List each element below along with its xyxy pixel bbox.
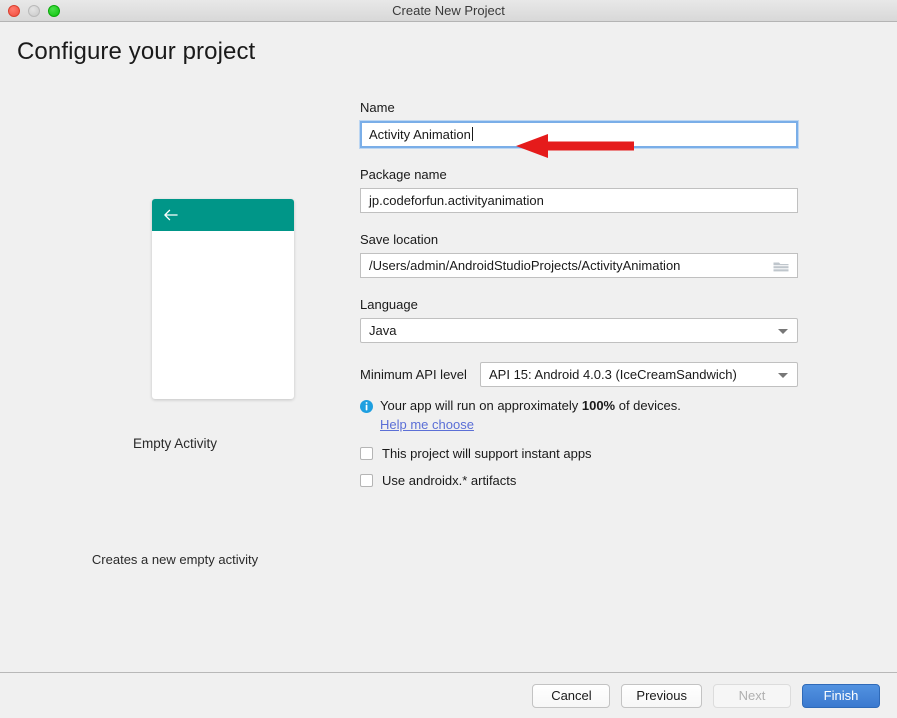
arrow-left-icon (163, 208, 178, 222)
package-name-label: Package name (360, 167, 798, 182)
folder-icon[interactable] (773, 259, 789, 272)
chevron-down-icon (778, 373, 788, 378)
page-title: Configure your project (17, 38, 255, 66)
language-value: Java (369, 323, 396, 338)
min-api-label: Minimum API level (360, 367, 480, 382)
min-api-select[interactable]: API 15: Android 4.0.3 (IceCreamSandwich) (480, 362, 798, 387)
window-titlebar: Create New Project (0, 0, 897, 22)
text-caret (472, 127, 473, 141)
instant-apps-checkbox[interactable] (360, 447, 373, 460)
template-preview-panel: Empty Activity Creates a new empty activ… (0, 90, 350, 650)
name-input[interactable]: Activity Animation (360, 121, 798, 148)
name-field-group: Name Activity Animation (360, 100, 798, 148)
next-button: Next (713, 684, 791, 708)
package-name-value: jp.codeforfun.activityanimation (369, 193, 544, 208)
save-location-field-group: Save location /Users/admin/AndroidStudio… (360, 232, 798, 278)
window-title: Create New Project (0, 0, 897, 21)
coverage-percent: 100% (582, 398, 615, 413)
instant-apps-label: This project will support instant apps (382, 446, 592, 461)
help-me-choose-link[interactable]: Help me choose (380, 417, 474, 432)
save-location-value: /Users/admin/AndroidStudioProjects/Activ… (369, 258, 680, 273)
coverage-text-before: Your app will run on approximately (380, 398, 582, 413)
device-coverage-text: Your app will run on approximately 100% … (380, 398, 681, 413)
device-coverage-info: Your app will run on approximately 100% … (360, 398, 798, 413)
name-label: Name (360, 100, 798, 115)
androidx-checkbox-row[interactable]: Use androidx.* artifacts (360, 473, 798, 488)
template-name-label: Empty Activity (0, 436, 350, 451)
save-location-label: Save location (360, 232, 798, 247)
package-name-field-group: Package name jp.codeforfun.activityanima… (360, 167, 798, 213)
footer-bar: Cancel Previous Next Finish (0, 673, 897, 718)
preview-appbar (152, 199, 294, 231)
activity-preview-card (152, 199, 294, 399)
package-name-input[interactable]: jp.codeforfun.activityanimation (360, 188, 798, 213)
save-location-input[interactable]: /Users/admin/AndroidStudioProjects/Activ… (360, 253, 798, 278)
footer-button-row: Cancel Previous Next Finish (532, 684, 880, 708)
min-api-row: Minimum API level API 15: Android 4.0.3 … (360, 362, 798, 387)
cancel-button[interactable]: Cancel (532, 684, 610, 708)
finish-button[interactable]: Finish (802, 684, 880, 708)
language-select[interactable]: Java (360, 318, 798, 343)
androidx-label: Use androidx.* artifacts (382, 473, 516, 488)
create-new-project-window: Create New Project Configure your projec… (0, 0, 897, 718)
template-description: Creates a new empty activity (0, 552, 350, 567)
previous-button[interactable]: Previous (621, 684, 702, 708)
instant-apps-checkbox-row[interactable]: This project will support instant apps (360, 446, 798, 461)
header-area: Configure your project (0, 22, 897, 82)
language-label: Language (360, 297, 798, 312)
language-field-group: Language Java (360, 297, 798, 343)
min-api-value: API 15: Android 4.0.3 (IceCreamSandwich) (489, 367, 737, 382)
androidx-checkbox[interactable] (360, 474, 373, 487)
info-icon (360, 400, 373, 413)
coverage-text-after: of devices. (615, 398, 681, 413)
name-input-value: Activity Animation (369, 127, 471, 142)
chevron-down-icon (778, 329, 788, 334)
project-config-form: Name Activity Animation Package name jp.… (360, 100, 798, 488)
